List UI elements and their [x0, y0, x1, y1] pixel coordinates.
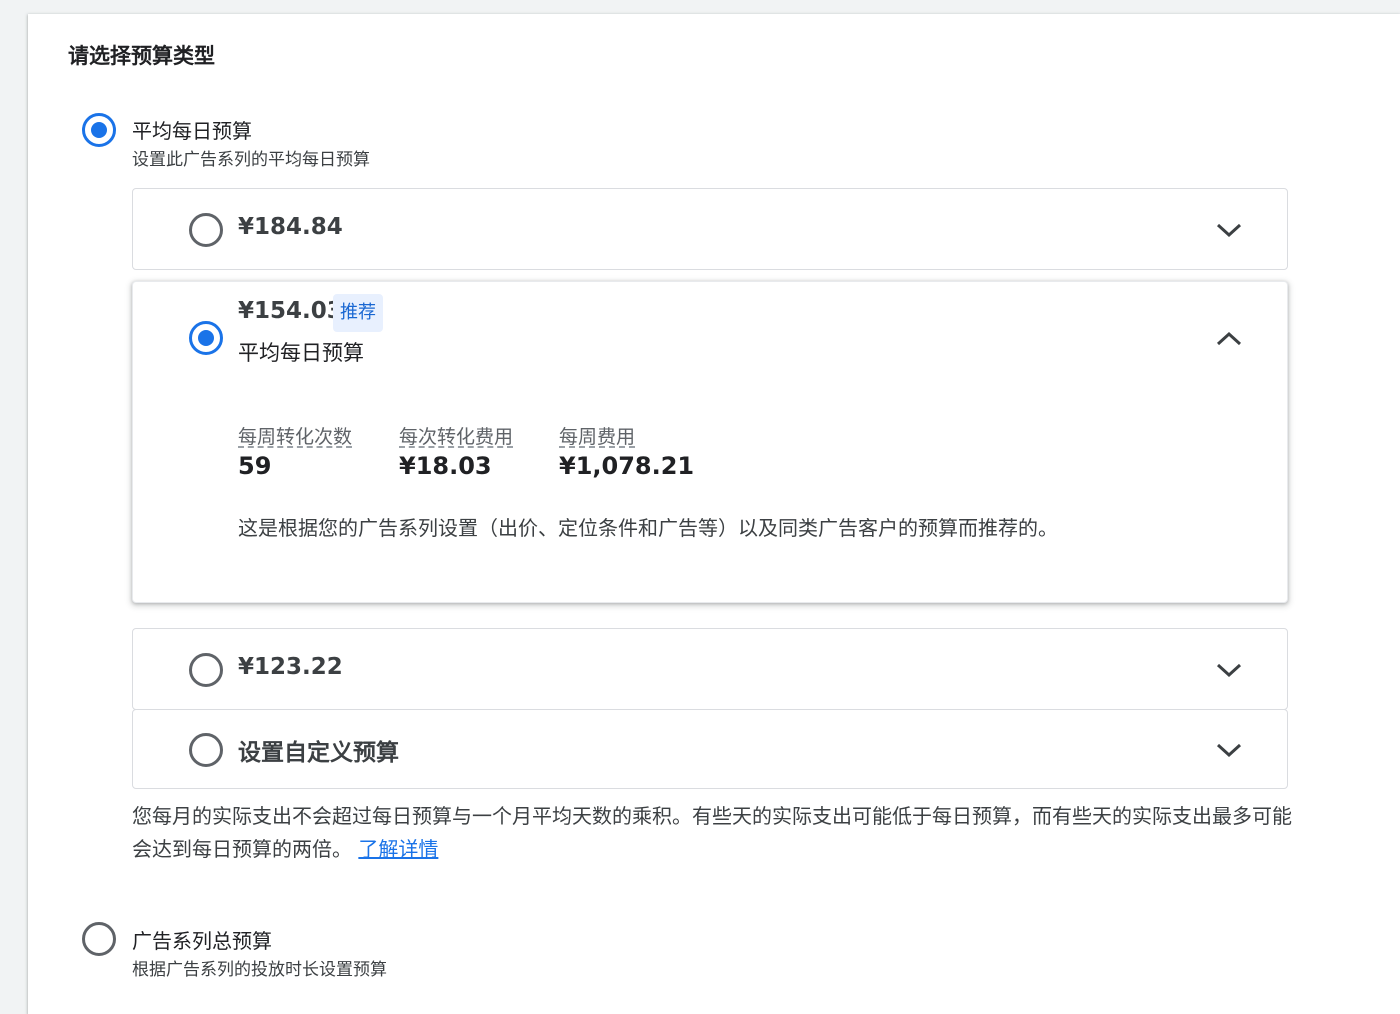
budget-option-1-radio[interactable] — [189, 213, 223, 247]
recommended-badge: 推荐 — [333, 294, 383, 332]
custom-budget-radio[interactable] — [189, 733, 223, 767]
custom-budget-label: 设置自定义预算 — [238, 740, 399, 766]
chevron-up-icon[interactable] — [1215, 329, 1243, 349]
metric-cost-per-conversion-label[interactable]: 每次转化费用 — [399, 422, 513, 449]
custom-budget-option[interactable]: 设置自定义预算 — [132, 709, 1288, 789]
budget-option-2-radio[interactable] — [189, 321, 223, 355]
metric-weekly-cost-label[interactable]: 每周费用 — [559, 422, 635, 449]
budget-option-2-amount: ¥154.03 — [238, 298, 343, 324]
chevron-down-icon[interactable] — [1215, 740, 1243, 760]
budget-note: 您每月的实际支出不会超过每日预算与一个月平均天数的乘积。有些天的实际支出可能低于… — [132, 800, 1292, 866]
metric-weekly-conversions-label[interactable]: 每周转化次数 — [238, 422, 352, 449]
budget-option-2-subtitle: 平均每日预算 — [238, 341, 364, 365]
metric-weekly-cost-value: ¥1,078.21 — [559, 452, 695, 480]
learn-more-link[interactable]: 了解详情 — [358, 837, 438, 861]
campaign-total-radio[interactable] — [82, 922, 116, 956]
budget-option-3[interactable]: ¥123.22 — [132, 628, 1288, 710]
chevron-down-icon[interactable] — [1215, 220, 1243, 240]
average-daily-label: 平均每日预算 — [132, 119, 252, 143]
average-daily-description: 设置此广告系列的平均每日预算 — [132, 150, 370, 170]
budget-option-3-radio[interactable] — [189, 653, 223, 687]
average-daily-radio[interactable] — [82, 113, 116, 147]
section-title: 请选择预算类型 — [68, 44, 215, 68]
budget-option-1[interactable]: ¥184.84 — [132, 188, 1288, 270]
budget-card: 请选择预算类型 平均每日预算 设置此广告系列的平均每日预算 ¥184.84 ¥1… — [28, 14, 1400, 1014]
campaign-total-description: 根据广告系列的投放时长设置预算 — [132, 960, 387, 980]
budget-option-1-amount: ¥184.84 — [238, 214, 343, 240]
recommendation-text: 这是根据您的广告系列设置（出价、定位条件和广告等）以及同类广告客户的预算而推荐的… — [238, 516, 1058, 540]
budget-option-3-amount: ¥123.22 — [238, 654, 343, 680]
chevron-down-icon[interactable] — [1215, 660, 1243, 680]
metric-weekly-conversions-value: 59 — [238, 452, 272, 480]
metric-cost-per-conversion-value: ¥18.03 — [399, 452, 492, 480]
budget-option-2[interactable]: ¥154.03 推荐 平均每日预算 每周转化次数 59 每次转化费用 ¥18.0… — [132, 281, 1288, 603]
campaign-total-label: 广告系列总预算 — [132, 929, 272, 953]
budget-note-text: 您每月的实际支出不会超过每日预算与一个月平均天数的乘积。有些天的实际支出可能低于… — [132, 804, 1292, 861]
